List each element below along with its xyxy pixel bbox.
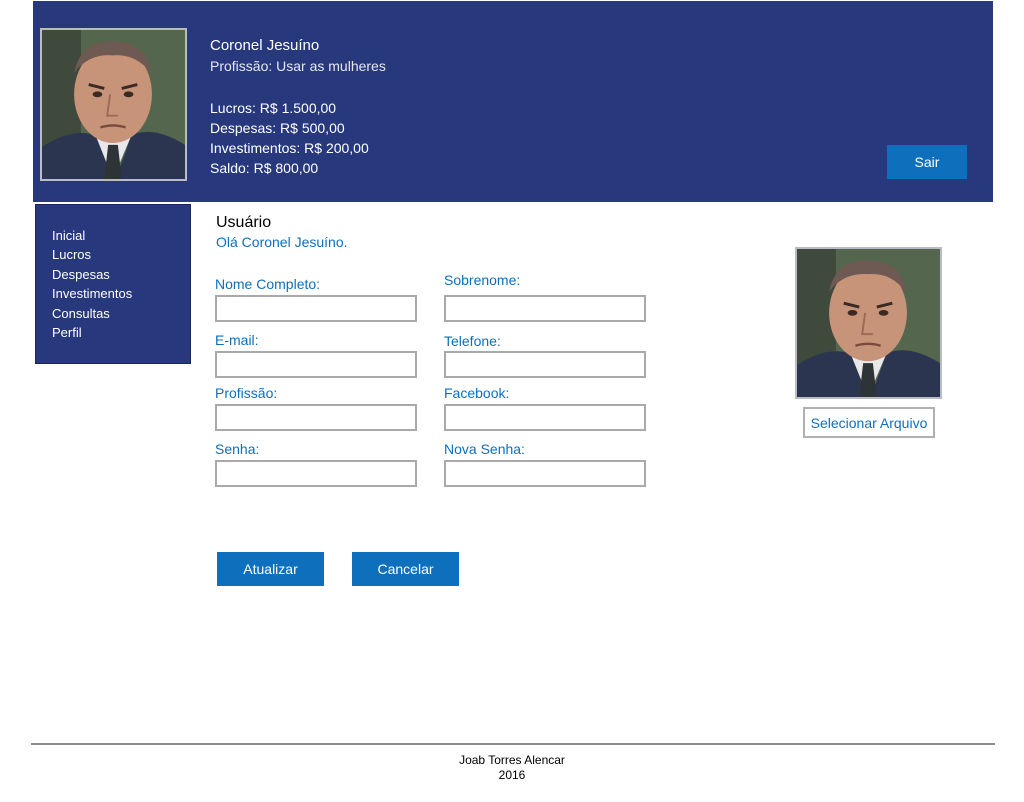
footer-author: Joab Torres Alencar (459, 753, 565, 767)
email-label: E-mail: (215, 332, 259, 348)
user-profession: Profissão: Usar as mulheres (210, 58, 386, 74)
facebook-label: Facebook: (444, 385, 510, 401)
greeting-text: Olá Coronel Jesuíno. (216, 234, 348, 250)
profissao-label: Profissão: (215, 385, 278, 401)
senha-field[interactable] (215, 460, 417, 487)
select-file-button[interactable]: Selecionar Arquivo (803, 407, 935, 438)
footer-year: 2016 (498, 768, 526, 782)
cancel-button[interactable]: Cancelar (352, 552, 459, 586)
sidebar-item-inicial[interactable]: Inicial (52, 226, 132, 245)
user-name: Coronel Jesuíno (210, 37, 320, 54)
sobrenome-field[interactable] (444, 295, 646, 322)
profissao-field[interactable] (215, 404, 417, 431)
user-avatar (40, 28, 187, 181)
nova-senha-label: Nova Senha: (444, 441, 525, 457)
sobrenome-label: Sobrenome: (444, 272, 521, 288)
investimentos-summary: Investimentos: R$ 200,00 (210, 140, 369, 156)
sidebar-item-consultas[interactable]: Consultas (52, 304, 132, 323)
update-button[interactable]: Atualizar (217, 552, 324, 586)
logout-button[interactable]: Sair (887, 145, 967, 179)
sidebar-item-investimentos[interactable]: Investimentos (52, 284, 132, 303)
nova-senha-field[interactable] (444, 460, 646, 487)
telefone-field[interactable] (444, 351, 646, 378)
lucros-summary: Lucros: R$ 1.500,00 (210, 100, 337, 116)
profile-photo (795, 247, 942, 399)
email-field[interactable] (215, 351, 417, 378)
despesas-summary: Despesas: R$ 500,00 (210, 120, 345, 136)
sidebar-item-despesas[interactable]: Despesas (52, 265, 132, 284)
facebook-field[interactable] (444, 404, 646, 431)
footer-divider (31, 743, 995, 745)
nome-completo-label: Nome Completo: (215, 276, 321, 292)
senha-label: Senha: (215, 441, 260, 457)
nome-completo-field[interactable] (215, 295, 417, 322)
saldo-summary: Saldo: R$ 800,00 (210, 160, 319, 176)
sidebar-nav: Inicial Lucros Despesas Investimentos Co… (35, 204, 191, 364)
header-banner: Coronel Jesuíno Profissão: Usar as mulhe… (33, 1, 993, 202)
sidebar-item-lucros[interactable]: Lucros (52, 245, 132, 264)
sidebar-item-perfil[interactable]: Perfil (52, 323, 132, 342)
telefone-label: Telefone: (444, 333, 501, 349)
page-title: Usuário (216, 214, 272, 231)
